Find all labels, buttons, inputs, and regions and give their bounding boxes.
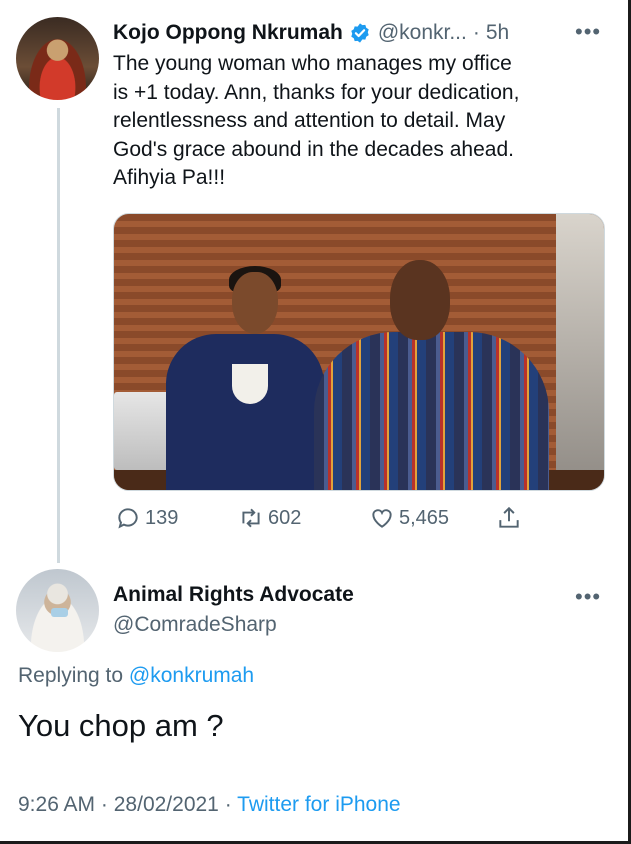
photo-person-man [314,332,549,490]
retweet-button[interactable]: 602 [238,500,301,536]
reply-text: You chop am ? [18,708,224,743]
reply-icon [118,508,138,529]
photo-person-man-head [390,260,450,340]
dot-separator: · [472,21,480,44]
share-button[interactable] [496,500,522,536]
reply-author-avatar[interactable] [16,569,99,652]
thread-connector-line [57,108,60,563]
tweet-photo[interactable] [113,213,605,491]
replying-to-line: Replying to @konkrumah [18,664,254,688]
photo-person-woman-head [232,272,278,334]
meta-separator: · [224,793,232,816]
photo-person-woman [166,334,324,490]
reply-source-link[interactable]: Twitter for iPhone [237,793,400,816]
more-options-icon[interactable]: ••• [575,21,601,43]
tweet-timestamp[interactable]: 5h [486,21,509,45]
replying-to-prefix: Replying to [18,664,124,687]
like-button[interactable]: 5,465 [369,500,449,536]
like-count: 5,465 [399,506,450,529]
retweet-count: 602 [268,506,302,529]
reply-author-name[interactable]: Animal Rights Advocate [113,583,354,607]
photo-person-woman-shirt [232,364,268,404]
reply-button[interactable]: 139 [115,500,178,536]
replying-to-mention[interactable]: @konkrumah [129,664,254,687]
meta-separator: · [100,793,108,816]
tweet-text: The young woman who manages my office is… [113,52,520,190]
author-handle[interactable]: @konkr... [378,21,467,45]
author-name[interactable]: Kojo Oppong Nkrumah [113,21,343,45]
reply-metadata: 9:26 AM · 28/02/2021 · Twitter for iPhon… [18,793,401,817]
reply-author-handle[interactable]: @ComradeSharp [113,613,277,637]
share-icon [499,506,519,528]
avatar-face-mask [51,608,68,617]
reply-date[interactable]: 28/02/2021 [114,793,219,816]
like-icon [372,509,392,528]
retweet-icon [242,508,260,528]
reply-more-options-icon[interactable]: ••• [575,586,601,608]
tweet-header: Kojo Oppong Nkrumah @konkr... · 5h [113,18,509,48]
photo-background-wall [556,214,604,490]
verified-badge-icon [351,23,369,43]
reply-count: 139 [145,506,179,529]
author-avatar[interactable] [16,17,99,100]
reply-time[interactable]: 9:26 AM [18,793,95,816]
tweet-action-bar: 139 602 5,465 [113,500,543,536]
